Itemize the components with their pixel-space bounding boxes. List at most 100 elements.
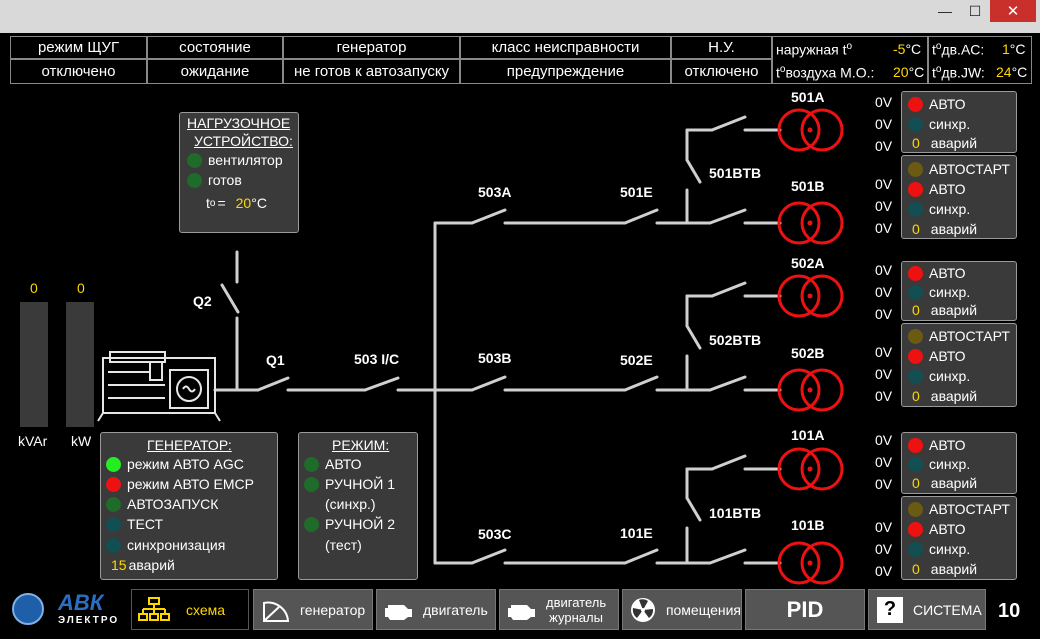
status-led-icon <box>187 172 202 188</box>
kw-bar <box>66 302 94 427</box>
indicator-label: синхронизация <box>127 537 226 553</box>
kvar-bar <box>20 302 48 427</box>
status-label: синхр. <box>929 116 971 132</box>
load-fan-indicator: вентилятор <box>187 152 283 168</box>
status-label: АВТО <box>929 181 966 197</box>
label-503a: 503A <box>478 184 512 200</box>
gen-alarm-count: 15 аварий <box>111 557 175 573</box>
indicator-label: режим АВТО EMCP <box>127 476 255 492</box>
mode-panel-title: РЕЖИМ: <box>332 437 390 453</box>
nav-system-label: СИСТЕМА <box>913 601 982 618</box>
status-led-icon <box>908 368 923 384</box>
status-label: синхр. <box>929 541 971 557</box>
voltage-readout: 0V <box>875 116 893 132</box>
mode-manual1-note: (синхр.) <box>325 496 376 512</box>
status-led-icon <box>908 116 923 132</box>
status-label: синхр. <box>929 456 971 472</box>
indicator-label: ТЕСТ <box>127 516 164 532</box>
gen-agc-indicator: режим АВТО AGC <box>106 456 244 472</box>
status-label: АВТО <box>929 348 966 364</box>
status-led-icon <box>908 265 923 281</box>
fan-icon <box>627 596 660 624</box>
brand-logo: АВК ЭЛЕКТРО <box>8 589 130 630</box>
indicator-label: вентилятор <box>208 152 283 168</box>
status-label: синхр. <box>929 201 971 217</box>
voltage-readout: 0V <box>875 138 893 154</box>
mode-auto-indicator: АВТО <box>304 456 362 472</box>
status-led-icon <box>304 516 319 532</box>
nav-engine-label: двигатель <box>423 601 488 618</box>
status-led-icon <box>908 521 923 537</box>
nav-generator[interactable]: генератор <box>253 589 373 630</box>
engine-log-icon <box>504 596 540 624</box>
voltage-readout: 0V <box>875 176 893 192</box>
scheme-icon <box>136 596 172 624</box>
status-label: аварий <box>930 302 978 318</box>
mode-manual2-indicator: РУЧНОЙ 2 <box>304 516 395 532</box>
status-led-icon <box>908 161 923 177</box>
generator-panel-title: ГЕНЕРАТОР: <box>147 437 232 453</box>
status-led-icon <box>106 537 121 553</box>
gen-emcp-indicator: режим АВТО EMCP <box>106 476 254 492</box>
status-led-icon <box>908 437 923 453</box>
voltage-readout: 0V <box>875 388 893 404</box>
nav-scheme[interactable]: схема <box>131 589 249 630</box>
kvar-label: kVAr <box>18 433 48 449</box>
label-502btb: 502BTB <box>709 332 762 348</box>
help-icon: ? <box>877 596 903 623</box>
generator-panel: ГЕНЕРАТОР: режим АВТО AGC режим АВТО EMC… <box>100 432 278 580</box>
status-led-icon <box>908 541 923 557</box>
status-label: АВТО <box>929 265 966 281</box>
status-led-icon <box>304 476 319 492</box>
mode-manual1-indicator: РУЧНОЙ 1 <box>304 476 395 492</box>
switch-101btb <box>685 496 702 522</box>
label-501b: 501B <box>791 178 825 194</box>
load-device-title-2: УСТРОЙСТВО: <box>194 133 293 149</box>
voltage-readout: 0V <box>875 541 893 557</box>
status-led-icon <box>908 348 923 364</box>
label-101btb: 101BTB <box>709 505 762 521</box>
voltage-readout: 0V <box>875 366 893 382</box>
label-q1: Q1 <box>266 352 285 368</box>
voltage-readout: 0V <box>875 94 893 110</box>
status-panel-101a: АВТО синхр. 0 аварий <box>901 432 1017 494</box>
indicator-label: РУЧНОЙ 1 <box>325 476 395 492</box>
status-panel-101b: АВТОСТАРТ АВТО синхр. 0 аварий <box>901 496 1017 580</box>
status-label: АВТОСТАРТ <box>929 328 1010 344</box>
voltage-readout: 0V <box>875 284 893 300</box>
status-led-icon <box>187 152 202 168</box>
switch-503a <box>470 208 507 225</box>
kw-label: kW <box>71 433 92 449</box>
label-503ic: 503 I/C <box>354 351 400 367</box>
logo-subtext: ЭЛЕКТРО <box>58 615 120 626</box>
label-501e: 501E <box>620 184 653 200</box>
nav-engine-logs[interactable]: двигатель журналы <box>499 589 619 630</box>
label-501btb: 501BTB <box>709 165 762 181</box>
nav-pid[interactable]: PID <box>745 589 865 630</box>
gauge-icon <box>258 596 294 624</box>
nav-system[interactable]: ? СИСТЕМА <box>868 589 986 630</box>
voltage-readout: 0V <box>875 476 893 492</box>
switch-q1 <box>256 376 290 392</box>
nav-rooms[interactable]: помещения <box>622 589 742 630</box>
nav-engine[interactable]: двигатель <box>376 589 496 630</box>
status-led-icon <box>908 181 923 197</box>
label-502a: 502A <box>791 255 825 271</box>
kvar-value: 0 <box>30 280 38 296</box>
logo-text: АВК <box>58 590 104 615</box>
status-label: аварий <box>930 388 978 404</box>
load-device-title-1: НАГРУЗОЧНОЕ <box>187 115 291 131</box>
voltage-readout: 0V <box>875 563 893 579</box>
status-led-icon <box>106 476 121 492</box>
label-502e: 502E <box>620 352 653 368</box>
mode-manual2-note: (тест) <box>325 537 362 553</box>
indicator-label: готов <box>208 172 242 188</box>
label-q2: Q2 <box>193 293 212 309</box>
switch-501e <box>623 208 659 225</box>
engine-icon <box>381 596 417 624</box>
label-101a: 101A <box>791 427 825 443</box>
status-label: аварий <box>930 475 978 491</box>
switch-503b <box>470 375 507 392</box>
load-ready-indicator: готов <box>187 172 242 188</box>
status-label: АВТОСТАРТ <box>929 501 1010 517</box>
